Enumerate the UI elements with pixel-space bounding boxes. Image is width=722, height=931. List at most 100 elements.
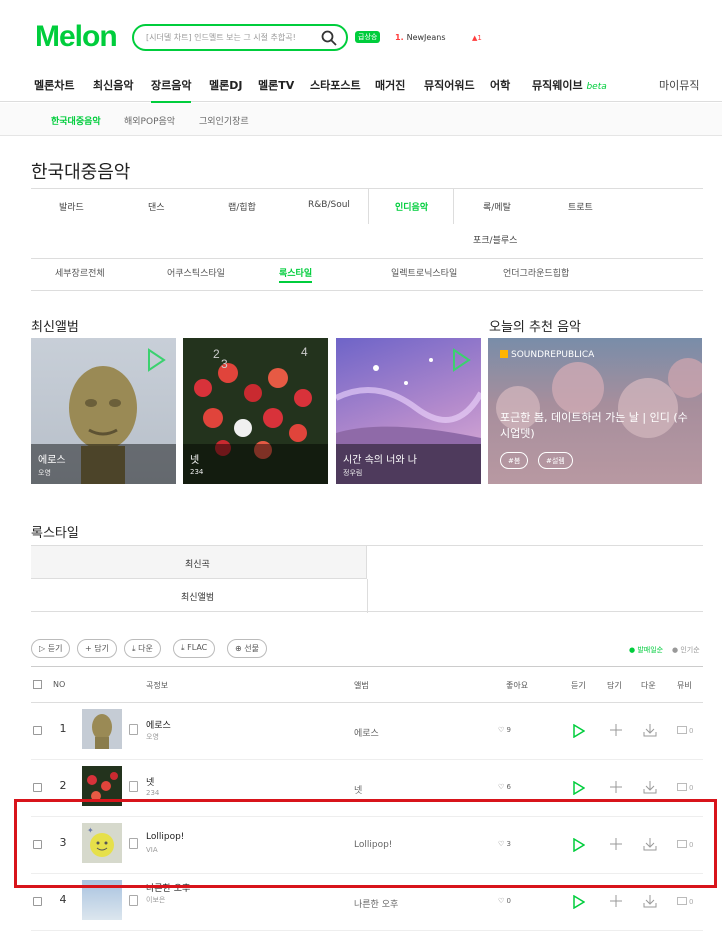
- search-box[interactable]: [시더델 차트] 인드멜트 보는 그 시절 추합곡!: [132, 24, 348, 51]
- song-album[interactable]: 에로스: [354, 726, 379, 739]
- col-like: 좋아요: [506, 681, 529, 690]
- add-button[interactable]: + 담기: [77, 639, 117, 658]
- rank-number: 4: [59, 893, 67, 906]
- genre-tab-rnb[interactable]: R&B/Soul: [308, 200, 350, 210]
- highlight-box: [14, 799, 717, 888]
- subnav-pop[interactable]: 해외POP음악: [124, 114, 175, 127]
- nav-magazine[interactable]: 매거진: [375, 77, 405, 93]
- genre-tab-folk[interactable]: 포크/블루스: [473, 233, 517, 246]
- subnav-kpop[interactable]: 한국대중음악: [51, 114, 101, 127]
- select-all-checkbox[interactable]: [33, 680, 42, 689]
- row-checkbox[interactable]: [33, 783, 42, 792]
- recommend-text[interactable]: 포근한 봄, 데이트하러 가는 날 | 인디 (수시업뎃): [500, 410, 690, 442]
- melon-logo[interactable]: Melon: [35, 20, 118, 54]
- mv-button[interactable]: 0: [677, 783, 693, 792]
- album-artist[interactable]: 234: [190, 468, 203, 476]
- genre-tabs: 발라드 댄스 랩/힙합 R&B/Soul 인디음악 록/메탈 트로트 포크/블루…: [31, 188, 703, 259]
- song-artist[interactable]: 이보은: [146, 895, 165, 905]
- style-tab-electronic[interactable]: 일렉트로닉스타일: [391, 266, 457, 279]
- nav-mymusic[interactable]: 마이뮤직: [659, 77, 699, 93]
- play-icon[interactable]: [573, 894, 586, 913]
- play-icon[interactable]: [146, 348, 166, 376]
- add-icon[interactable]: [609, 779, 623, 798]
- song-artist[interactable]: 234: [146, 789, 159, 797]
- mv-button[interactable]: 0: [677, 726, 693, 735]
- nav-new-music[interactable]: 최신음악: [93, 77, 133, 93]
- nav-tv[interactable]: 멜론TV: [258, 77, 294, 93]
- song-album[interactable]: 넷: [354, 783, 362, 796]
- style-tab-all[interactable]: 세부장르전체: [55, 266, 105, 279]
- col-info: 곡정보: [146, 681, 169, 690]
- recommend-tag[interactable]: #설렘: [538, 452, 573, 469]
- song-thumbnail[interactable]: [82, 709, 122, 749]
- rank-change: ▲1: [472, 34, 482, 42]
- song-info-icon[interactable]: [129, 724, 138, 735]
- col-listen: 듣기: [571, 681, 586, 690]
- recommend-card[interactable]: SOUNDREPUBLICA 포근한 봄, 데이트하러 가는 날 | 인디 (수…: [488, 338, 702, 484]
- sort-latest[interactable]: ● 발매일순: [629, 645, 663, 655]
- genre-tab-hiphop[interactable]: 랩/힙합: [228, 200, 256, 213]
- recommend-tag[interactable]: #봄: [500, 452, 529, 469]
- sort-popular[interactable]: ● 인기순: [672, 645, 700, 655]
- search-input[interactable]: [시더델 차트] 인드멜트 보는 그 시절 추합곡!: [146, 32, 296, 43]
- svg-text:3: 3: [221, 357, 228, 371]
- style-tab-rock[interactable]: 록스타일: [279, 266, 313, 283]
- nav-awards[interactable]: 뮤직어워드: [424, 77, 475, 93]
- subnav-other[interactable]: 그외인기장르: [199, 114, 249, 127]
- genre-tab-rock[interactable]: 록/메탈: [483, 200, 511, 213]
- song-title[interactable]: 에로스: [146, 718, 171, 731]
- album-caption: 에로스 오영: [31, 444, 176, 484]
- song-artist[interactable]: 오영: [146, 732, 159, 742]
- gift-button[interactable]: ⊕ 선물: [227, 639, 267, 658]
- song-info-icon[interactable]: [129, 895, 138, 906]
- genre-tab-ballad[interactable]: 발라드: [59, 200, 84, 213]
- album-card[interactable]: 시간 속의 너와 나 정우림: [336, 338, 481, 484]
- nav-musicwave[interactable]: 뮤직웨이브 beta: [532, 77, 607, 93]
- add-icon[interactable]: [609, 893, 623, 912]
- row-checkbox[interactable]: [33, 726, 42, 735]
- add-icon[interactable]: [609, 722, 623, 741]
- listen-button[interactable]: ▷ 듣기: [31, 639, 71, 658]
- like-button[interactable]: ♡ 6: [498, 783, 511, 791]
- filter-tab-new-albums[interactable]: 최신앨범: [31, 579, 368, 613]
- nav-language[interactable]: 어학: [490, 77, 510, 93]
- album-title[interactable]: 넷: [190, 451, 199, 466]
- nav-chart[interactable]: 멜론차트: [34, 77, 74, 93]
- album-artist[interactable]: 정우림: [343, 468, 362, 478]
- search-icon[interactable]: [321, 30, 337, 50]
- flac-button[interactable]: ⤓ FLAC: [173, 639, 216, 658]
- style-tab-underground[interactable]: 언더그라운드힙합: [503, 266, 569, 279]
- beta-label: beta: [586, 82, 607, 92]
- play-icon[interactable]: [573, 780, 586, 799]
- download-button[interactable]: ⤓ 다운: [124, 639, 161, 658]
- song-info-icon[interactable]: [129, 781, 138, 792]
- rank-number: 1: [59, 722, 67, 735]
- play-icon[interactable]: [573, 723, 586, 742]
- album-title[interactable]: 에로스: [38, 451, 66, 466]
- style-tabs: 세부장르전체 어쿠스틱스타일 록스타일 일렉트로닉스타일 언더그라운드힙합: [31, 260, 703, 291]
- recommend-brand: SOUNDREPUBLICA: [500, 350, 594, 360]
- style-tab-acoustic[interactable]: 어쿠스틱스타일: [167, 266, 225, 279]
- album-artist[interactable]: 오영: [38, 468, 51, 478]
- section-title: 록스타일: [31, 526, 79, 541]
- play-icon[interactable]: [451, 348, 471, 376]
- download-icon[interactable]: [643, 779, 657, 798]
- genre-tab-dance[interactable]: 댄스: [148, 200, 165, 213]
- like-button[interactable]: ♡ 9: [498, 726, 511, 734]
- album-card[interactable]: 에로스 오영: [31, 338, 176, 484]
- album-card[interactable]: 2 3 4 넷 234: [183, 338, 328, 484]
- nav-starpost[interactable]: 스타포스트: [310, 77, 361, 93]
- download-icon[interactable]: [643, 893, 657, 912]
- nav-genre[interactable]: 장르음악: [151, 77, 192, 103]
- song-title[interactable]: 넷: [146, 775, 154, 788]
- nav-dj[interactable]: 멜론DJ: [209, 77, 242, 93]
- download-icon[interactable]: [643, 722, 657, 741]
- realtime-rank[interactable]: 1. NewJeans: [395, 33, 445, 42]
- album-title[interactable]: 시간 속의 너와 나: [343, 451, 417, 466]
- song-album[interactable]: 나른한 오후: [354, 897, 398, 910]
- genre-tab-indie[interactable]: 인디음악: [395, 200, 428, 213]
- filter-tab-new-songs[interactable]: 최신곡: [31, 546, 367, 579]
- like-button[interactable]: ♡ 0: [498, 897, 511, 905]
- genre-tab-trot[interactable]: 트로트: [568, 200, 593, 213]
- rank-title: NewJeans: [406, 33, 446, 42]
